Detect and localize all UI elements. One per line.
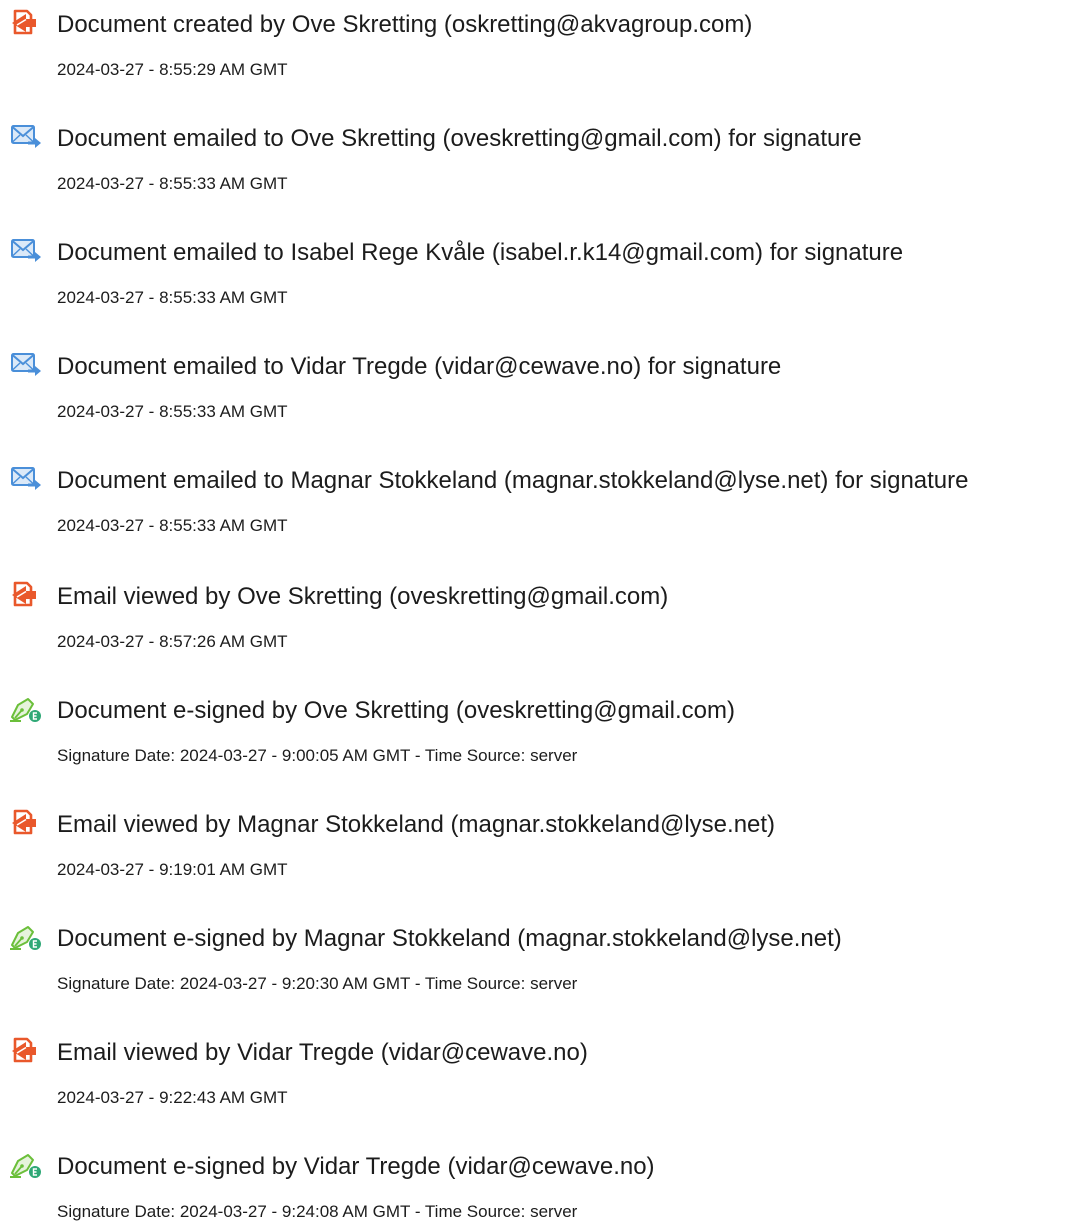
event-date: 2024-03-27 - 9:22:43 AM GMT xyxy=(57,1088,288,1107)
event-title: Document emailed to Vidar Tregde (vidar@… xyxy=(57,353,782,380)
event-date: 2024-03-27 - 8:55:29 AM GMT xyxy=(57,60,288,79)
event-date: Signature Date: 2024-03-27 - 9:00:05 AM … xyxy=(57,746,578,765)
event-date: 2024-03-27 - 8:55:33 AM GMT xyxy=(57,516,288,535)
email-send-icon xyxy=(9,237,45,267)
email-send-icon xyxy=(9,123,45,153)
event-title: Document e-signed by Magnar Stokkeland (… xyxy=(57,925,842,952)
esign-pen-icon xyxy=(9,923,45,953)
esign-pen-icon xyxy=(9,1151,45,1181)
audit-event: Document emailed to Isabel Rege Kvåle (i… xyxy=(0,228,1070,308)
audit-event: Document emailed to Ove Skretting (ovesk… xyxy=(0,114,1070,194)
event-title: Email viewed by Vidar Tregde (vidar@cewa… xyxy=(57,1039,588,1066)
event-title: Document created by Ove Skretting (oskre… xyxy=(57,11,753,38)
event-date: 2024-03-27 - 8:57:26 AM GMT xyxy=(57,632,288,651)
event-title: Document e-signed by Ove Skretting (oves… xyxy=(57,697,735,724)
event-title: Email viewed by Magnar Stokkeland (magna… xyxy=(57,811,776,838)
audit-event: Document e-signed by Ove Skretting (oves… xyxy=(0,686,1070,766)
document-icon xyxy=(9,809,45,839)
document-icon xyxy=(9,581,45,611)
email-send-icon xyxy=(9,465,45,495)
event-date: Signature Date: 2024-03-27 - 9:24:08 AM … xyxy=(57,1202,578,1221)
esign-pen-icon xyxy=(9,695,45,725)
event-title: Document emailed to Magnar Stokkeland (m… xyxy=(57,467,969,494)
audit-event: Document emailed to Vidar Tregde (vidar@… xyxy=(0,342,1070,422)
audit-event: Document e-signed by Vidar Tregde (vidar… xyxy=(0,1142,1070,1222)
event-date: 2024-03-27 - 8:55:33 AM GMT xyxy=(57,288,288,307)
audit-event: Document created by Ove Skretting (oskre… xyxy=(0,0,1070,80)
event-date: 2024-03-27 - 8:55:33 AM GMT xyxy=(57,402,288,421)
event-date: Signature Date: 2024-03-27 - 9:20:30 AM … xyxy=(57,974,578,993)
event-title: Document emailed to Isabel Rege Kvåle (i… xyxy=(57,239,904,266)
event-date: 2024-03-27 - 8:55:33 AM GMT xyxy=(57,174,288,193)
audit-event: Document emailed to Magnar Stokkeland (m… xyxy=(0,456,1070,536)
document-icon xyxy=(9,9,45,39)
audit-event: Document e-signed by Magnar Stokkeland (… xyxy=(0,914,1070,994)
event-title: Email viewed by Ove Skretting (oveskrett… xyxy=(57,583,669,610)
event-title: Document emailed to Ove Skretting (ovesk… xyxy=(57,125,862,152)
event-title: Document e-signed by Vidar Tregde (vidar… xyxy=(57,1153,655,1180)
audit-event: Email viewed by Vidar Tregde (vidar@cewa… xyxy=(0,1028,1070,1108)
audit-event: Email viewed by Ove Skretting (oveskrett… xyxy=(0,572,1070,652)
event-date: 2024-03-27 - 9:19:01 AM GMT xyxy=(57,860,288,879)
document-icon xyxy=(9,1037,45,1067)
audit-event: Email viewed by Magnar Stokkeland (magna… xyxy=(0,800,1070,880)
email-send-icon xyxy=(9,351,45,381)
